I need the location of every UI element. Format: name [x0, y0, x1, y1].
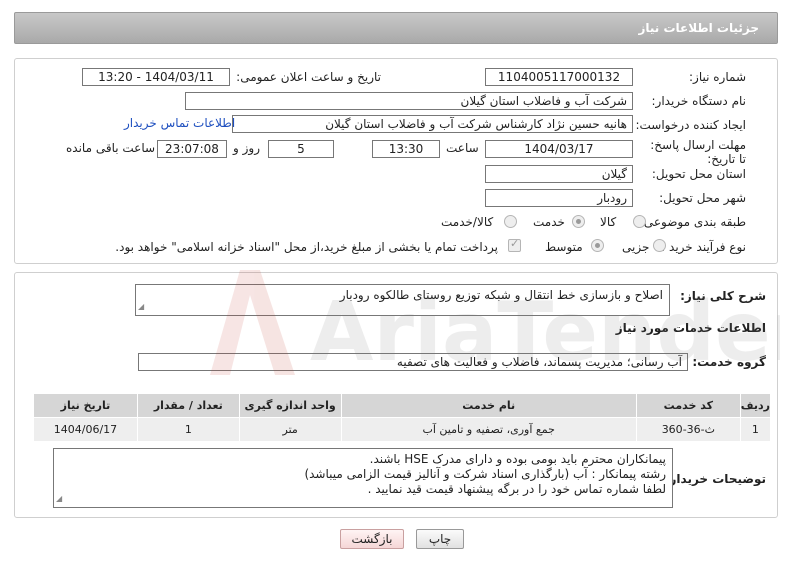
services-table: ردیف کد خدمت نام خدمت واحد اندازه گیری ت… [33, 393, 772, 442]
cell-quantity: 1 [136, 417, 240, 442]
province-field: گیلان [485, 165, 633, 183]
col-quantity: تعداد / مقدار [136, 393, 240, 418]
city-field: رودبار [485, 189, 633, 207]
need-number-field: 1104005117000132 [485, 68, 633, 86]
deadline-label: مهلت ارسال پاسخ: تا تاریخ: [650, 138, 746, 166]
treasury-payment-checkbox[interactable] [508, 237, 521, 252]
page-title: جزئیات اطلاعات نیاز [638, 21, 759, 35]
process-option-minor: جزیی [622, 240, 650, 254]
col-row: ردیف [739, 393, 772, 418]
need-description-field: اصلاح و بازسازی خط انتقال و شبکه توزیع ر… [135, 284, 670, 316]
category-option-service: خدمت [533, 215, 565, 229]
buyer-contact-link[interactable]: اطلاعات تماس خریدار [124, 116, 235, 130]
cell-service-name: جمع آوری، تصفیه و تامین آب [340, 417, 637, 442]
buyer-label: نام دستگاه خریدار: [651, 94, 747, 108]
deadline-date-field: 1404/03/17 [485, 140, 633, 158]
service-group-field: آب رسانی؛ مدیریت پسماند، فاضلاب و فعالیت… [138, 353, 688, 371]
cell-unit: متر [238, 417, 342, 442]
process-radio-medium[interactable] [591, 239, 604, 252]
cell-service-code: ث-36-360 [635, 417, 741, 442]
creator-field: هانیه حسین نژاد کارشناس شرکت آب و فاضلاب… [232, 115, 633, 133]
category-option-goods: کالا [600, 215, 617, 229]
need-number-label: شماره نیاز: [689, 70, 746, 84]
province-label: استان محل تحویل: [651, 167, 746, 181]
col-unit: واحد اندازه گیری [238, 393, 342, 418]
treasury-payment-note: پرداخت تمام یا بخشی از مبلغ خرید،از محل … [115, 240, 498, 254]
buyer-notes-line-3: لطفا شماره تماس خود را در برگه پیشنهاد ق… [367, 482, 666, 496]
remaining-time-field: 23:07:08 [157, 140, 227, 158]
category-label: طبقه بندی موضوعی: [639, 215, 746, 229]
buyer-notes-line-2: رشته پیمانکار : آب (بارگذاری اسناد شرکت … [304, 467, 666, 481]
col-service-code: کد خدمت [635, 393, 741, 418]
resize-grip-icon: ◢ [138, 302, 145, 311]
services-section-title: اطلاعات خدمات مورد نیاز [615, 321, 766, 335]
buyer-notes-line-1: پیمانکاران محترم باید بومی بوده و دارای … [369, 452, 666, 466]
page-header: جزئیات اطلاعات نیاز [14, 12, 778, 44]
cell-need-date: 1404/06/17 [33, 417, 138, 442]
process-label: نوع فرآیند خرید : [661, 240, 746, 254]
city-label: شهر محل تحویل: [659, 191, 746, 205]
announce-label: تاریخ و ساعت اعلان عمومی: [236, 70, 381, 84]
creator-label: ایجاد کننده درخواست: [635, 118, 746, 132]
back-button[interactable]: بازگشت [340, 529, 404, 549]
service-group-label: گروه خدمت: [692, 355, 766, 369]
category-radio-goods-service[interactable] [504, 215, 517, 228]
deadline-time-field: 13:30 [372, 140, 440, 158]
col-need-date: تاریخ نیاز [33, 393, 138, 418]
table-row: 1 ث-36-360 جمع آوری، تصفیه و تامین آب مت… [33, 417, 772, 442]
need-description-label: شرح کلی نیاز: [680, 289, 766, 303]
services-table-header: ردیف کد خدمت نام خدمت واحد اندازه گیری ت… [33, 393, 772, 418]
process-radio-minor[interactable] [653, 239, 666, 252]
need-description-text: اصلاح و بازسازی خط انتقال و شبکه توزیع ر… [339, 288, 663, 302]
cell-row-number: 1 [739, 417, 772, 442]
buyer-notes-field: پیمانکاران محترم باید بومی بوده و دارای … [53, 448, 673, 508]
resize-grip-icon: ◢ [56, 494, 63, 503]
category-option-goods-service: کالا/خدمت [441, 215, 494, 229]
deadline-time-label: ساعت [446, 141, 479, 155]
category-radio-service[interactable] [572, 215, 585, 228]
remaining-days-field: 5 [268, 140, 334, 158]
print-button[interactable]: چاپ [416, 529, 464, 549]
days-label: روز و [233, 141, 260, 155]
remaining-label: ساعت باقی مانده [66, 141, 156, 155]
col-service-name: نام خدمت [340, 393, 637, 418]
buyer-field: شرکت آب و فاضلاب استان گیلان [185, 92, 633, 110]
process-option-medium: متوسط [545, 240, 583, 254]
announce-datetime-field: 1404/03/11 - 13:20 [82, 68, 230, 86]
category-radio-goods[interactable] [633, 215, 646, 228]
buyer-notes-label: توضیحات خریدار: [664, 472, 766, 486]
